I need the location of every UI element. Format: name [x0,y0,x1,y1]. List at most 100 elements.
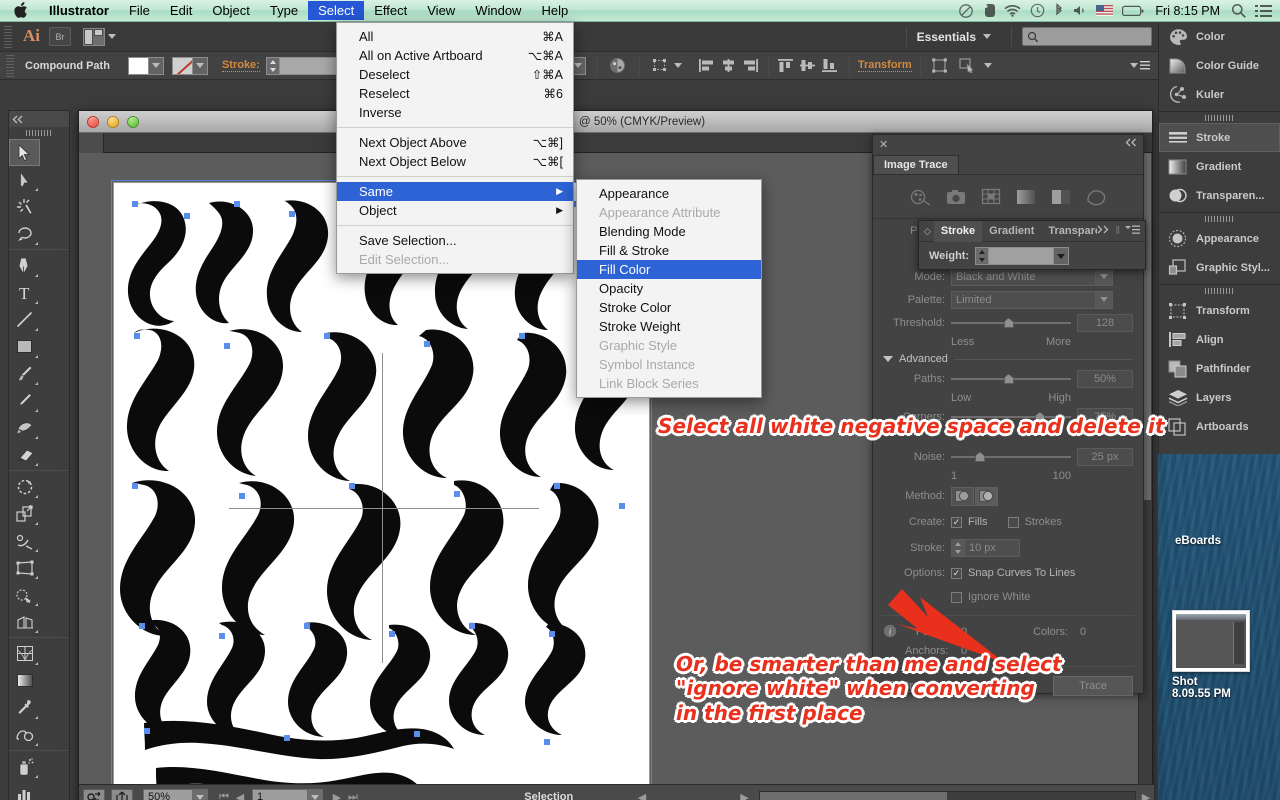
high-color-icon[interactable] [943,186,969,207]
align-top-icon[interactable] [775,56,797,76]
menubar-item-view[interactable]: View [417,1,465,20]
dock-item-artboards[interactable]: Artboards [1159,412,1280,441]
zoom-dropdown-icon[interactable] [193,788,208,800]
chevron-down-icon[interactable] [983,63,992,68]
fill-swatch-control[interactable] [127,56,164,75]
submenu-item-fill-and-stroke[interactable]: Fill & Stroke [577,241,761,260]
tool-free-transform-tool[interactable] [9,554,40,581]
menu-item-next-object-below[interactable]: Next Object Below ⌥⌘[ [337,152,573,171]
dock-item-layers[interactable]: Layers [1159,383,1280,412]
stroke-weight-field[interactable] [278,56,344,75]
submenu-item-stroke-weight[interactable]: Stroke Weight [577,317,761,336]
status-text[interactable]: Selection [361,791,737,800]
menubar-app-name[interactable]: Illustrator [39,1,119,20]
dock-item-graphic-styles[interactable]: Graphic Styl... [1159,253,1280,282]
dock-item-kuler[interactable]: Kuler [1159,80,1280,109]
minimize-icon[interactable] [107,115,119,128]
next-artboard-icon[interactable]: ▶ [329,789,345,800]
submenu-item-fill-color[interactable]: Fill Color [577,260,761,279]
paths-slider[interactable] [951,373,1071,385]
notification-center-icon[interactable] [1255,4,1272,18]
dock-item-color[interactable]: Color [1159,22,1280,51]
menu-item-deselect[interactable]: Deselect ⇧⌘A [337,65,573,84]
palette-select[interactable]: Limited [951,290,1113,309]
menu-item-next-object-above[interactable]: Next Object Above ⌥⌘] [337,133,573,152]
stroke-swatch[interactable] [171,56,193,75]
submenu-item-opacity[interactable]: Opacity [577,279,761,298]
menubar-item-select[interactable]: Select [308,1,365,20]
battery-icon[interactable] [1122,5,1144,17]
low-color-icon[interactable] [978,186,1004,207]
bluetooth-icon[interactable] [1054,3,1064,18]
menubar-item-edit[interactable]: Edit [160,1,202,20]
tool-eraser-tool[interactable] [9,441,40,468]
controlbar-grip[interactable] [6,54,14,77]
horizontal-scrollbar[interactable] [758,790,1136,800]
paths-value[interactable]: 50% [1077,370,1133,388]
tool-blob-brush-tool[interactable] [9,414,40,441]
tool-eyedropper-tool[interactable] [9,694,40,721]
arrange-documents-button[interactable] [83,27,116,46]
evernote-icon[interactable] [983,3,996,18]
snap-curves-checkbox[interactable]: ✓ [951,567,962,579]
dock-group-grip[interactable] [1159,112,1280,123]
menubar-item-object[interactable]: Object [202,1,260,20]
dock-item-appearance[interactable]: Appearance [1159,224,1280,253]
align-bottom-icon[interactable] [819,56,841,76]
align-center-h-icon[interactable] [718,56,740,76]
tool-paintbrush-tool[interactable] [9,360,40,387]
align-left-icon[interactable] [696,56,718,76]
menu-item-all-on-active-artboard[interactable]: All on Active Artboard ⌥⌘A [337,46,573,65]
select-similar-objects-icon[interactable] [650,56,672,76]
threshold-slider[interactable] [951,317,1071,329]
menubar-clock[interactable]: Fri 8:15 PM [1153,4,1222,18]
tool-symbol-sprayer-tool[interactable] [9,753,40,780]
dock-item-gradient[interactable]: Gradient [1159,152,1280,181]
grayscale-icon[interactable] [1013,186,1039,207]
submenu-item-stroke-color[interactable]: Stroke Color [577,298,761,317]
tab-image-trace[interactable]: Image Trace [873,155,959,174]
dock-item-pathfinder[interactable]: Pathfinder [1159,354,1280,383]
preferences-icon[interactable] [83,788,105,800]
align-right-icon[interactable] [740,56,762,76]
last-artboard-icon[interactable]: ⏭ [345,789,361,800]
artboard-number-field[interactable]: 1 [252,788,308,800]
spotlight-search-icon[interactable] [1231,3,1246,18]
tool-rotate-tool[interactable] [9,473,40,500]
noise-slider[interactable] [951,451,1071,463]
tool-pen-tool[interactable] [9,252,40,279]
menu-item-save-selection[interactable]: Save Selection... [337,231,573,250]
panel-drag-icon[interactable]: ◇ [919,226,934,237]
tool-rectangle-tool[interactable] [9,333,40,360]
dock-group-grip-2[interactable] [1159,213,1280,224]
chevron-down-icon[interactable] [148,56,164,75]
tool-gradient-tool[interactable] [9,667,40,694]
weight-stepper[interactable] [975,247,989,265]
dock-item-color-guide[interactable]: Color Guide [1159,51,1280,80]
dock-item-transform[interactable]: Transform [1159,296,1280,325]
menu-item-inverse[interactable]: Inverse [337,103,573,122]
chevron-down-icon[interactable] [1054,247,1070,265]
tool-line-segment-tool[interactable] [9,306,40,333]
menubar-item-type[interactable]: Type [260,1,308,20]
trace-button[interactable]: Trace [1053,676,1133,696]
select-behind-icon[interactable] [957,56,979,76]
document-title-bar[interactable]: @ 50% (CMYK/Preview) [79,111,1152,133]
tab-stroke[interactable]: Stroke [933,220,983,242]
workspace-switcher-label[interactable]: Essentials [917,30,983,44]
advanced-section-header[interactable]: Advanced [873,349,1143,367]
tool-shape-builder-tool[interactable] [9,581,40,608]
tool-width-tool[interactable] [9,527,40,554]
tool-selection-tool[interactable] [9,139,40,166]
tool-type-tool[interactable]: T [9,279,40,306]
stroke-weight-label[interactable]: Stroke: [221,59,260,72]
tool-blend-tool[interactable] [9,721,40,748]
overlapping-method-icon[interactable] [975,486,998,506]
flag-icon[interactable] [1096,5,1114,16]
apple-menu-icon[interactable] [0,2,39,19]
noise-value[interactable]: 25 px [1077,448,1133,466]
abutting-method-icon[interactable] [951,486,974,506]
document-tab[interactable] [79,133,104,153]
create-fills-checkbox[interactable]: ✓ [951,516,962,528]
chevron-down-icon[interactable] [983,34,991,39]
